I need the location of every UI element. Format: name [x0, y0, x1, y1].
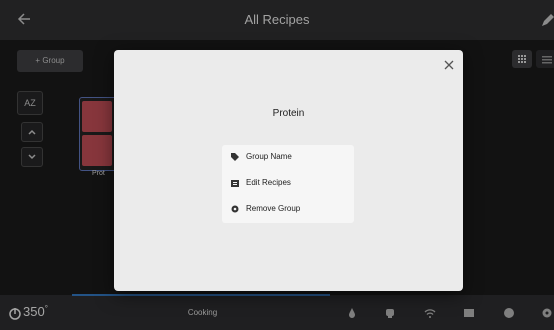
menu-item-label: Remove Group [246, 204, 301, 213]
menu-item-group-name[interactable]: Group Name [230, 147, 292, 167]
menu-item-edit-recipes[interactable]: Edit Recipes [230, 173, 291, 193]
menu-item-label: Edit Recipes [246, 178, 291, 187]
edit-list-icon [231, 179, 239, 187]
tag-icon [231, 152, 239, 161]
close-icon[interactable] [443, 58, 455, 70]
menu-item-remove-group[interactable]: Remove Group [230, 199, 300, 219]
gear-icon [231, 205, 239, 213]
dialog-title: Protein [272, 108, 305, 119]
menu-item-label: Group Name [246, 152, 292, 161]
